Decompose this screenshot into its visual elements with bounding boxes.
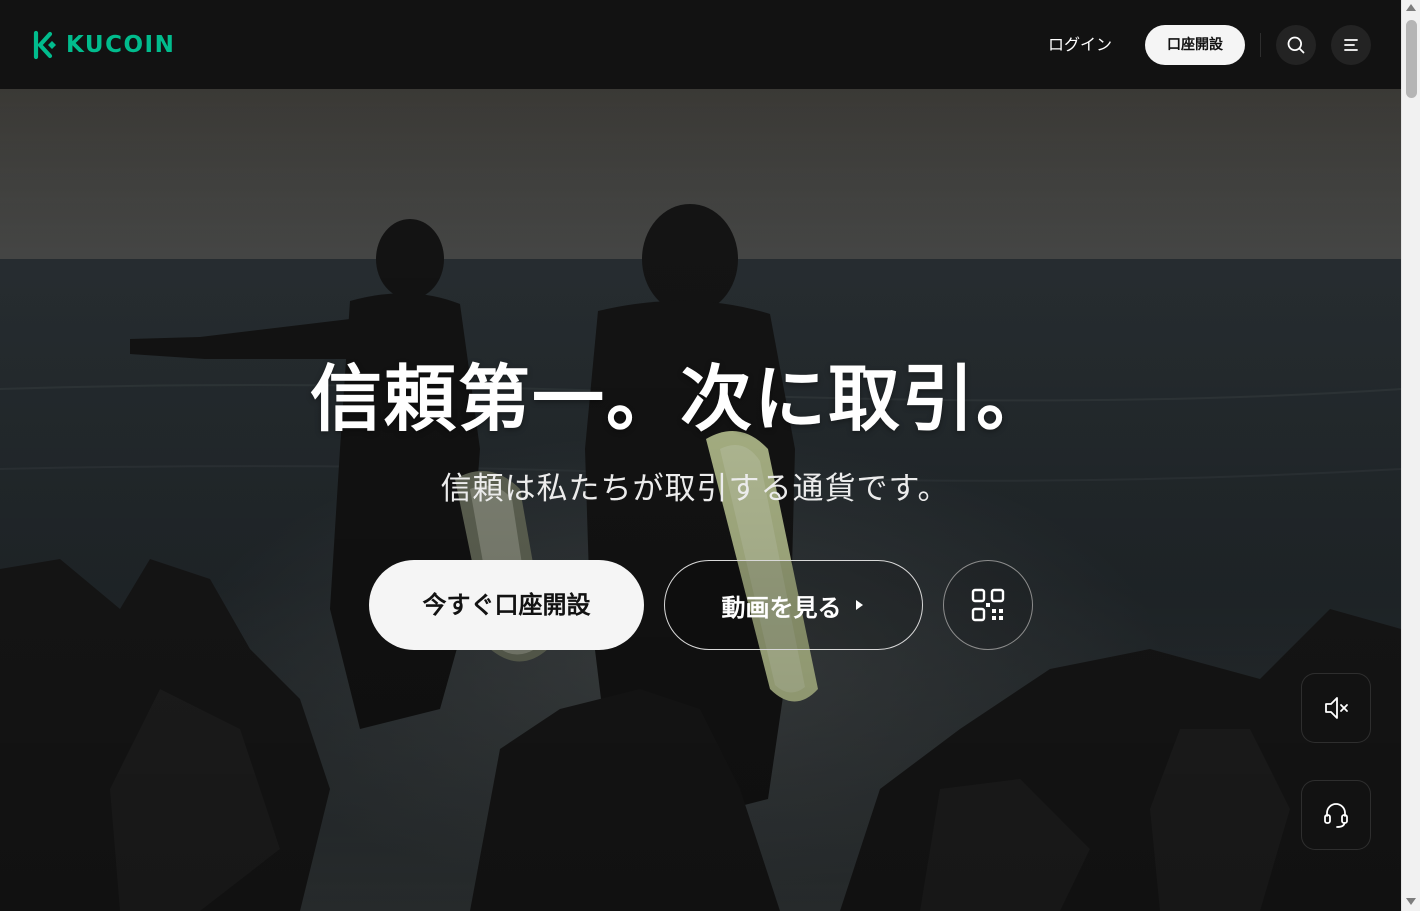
hero-title: 信頼第一。次に取引。 <box>309 357 1050 441</box>
mute-toggle-button[interactable] <box>1301 673 1371 743</box>
top-navigation-bar: KUCOIN ログイン 口座開設 <box>0 0 1401 89</box>
scrollbar-thumb[interactable] <box>1406 20 1417 98</box>
page-scrollbar[interactable] <box>1401 0 1420 911</box>
page-viewport: KUCOIN ログイン 口座開設 信頼第一。次に取引。 信頼は私たちが取引する通… <box>0 0 1401 911</box>
qr-code-icon <box>971 588 1005 622</box>
watch-video-label: 動画を見る <box>721 593 842 622</box>
watch-video-button[interactable]: 動画を見る <box>664 560 923 650</box>
signup-button[interactable]: 口座開設 <box>1145 25 1245 65</box>
search-icon <box>1287 36 1305 54</box>
kucoin-logo-icon <box>33 30 56 60</box>
headset-icon <box>1324 803 1348 828</box>
qr-code-button[interactable] <box>943 560 1033 650</box>
customer-support-button[interactable] <box>1301 780 1371 850</box>
logo-wordmark: KUCOIN <box>66 32 176 58</box>
kucoin-logo[interactable]: KUCOIN <box>30 30 175 60</box>
hero-section: 信頼第一。次に取引。 信頼は私たちが取引する通貨です。 今すぐ口座開設 動画を見… <box>0 89 1401 911</box>
hero-subtitle: 信頼は私たちが取引する通貨です。 <box>440 471 950 507</box>
login-link[interactable]: ログイン <box>1034 30 1126 60</box>
menu-icon <box>1344 39 1358 51</box>
play-icon <box>855 600 863 610</box>
scroll-down-arrow-icon[interactable] <box>1406 898 1416 905</box>
speaker-muted-icon <box>1325 697 1348 719</box>
scroll-up-arrow-icon[interactable] <box>1406 4 1416 11</box>
open-account-now-button[interactable]: 今すぐ口座開設 <box>369 560 644 650</box>
header-divider <box>1260 33 1261 57</box>
search-button[interactable] <box>1276 25 1316 65</box>
menu-button[interactable] <box>1331 25 1371 65</box>
